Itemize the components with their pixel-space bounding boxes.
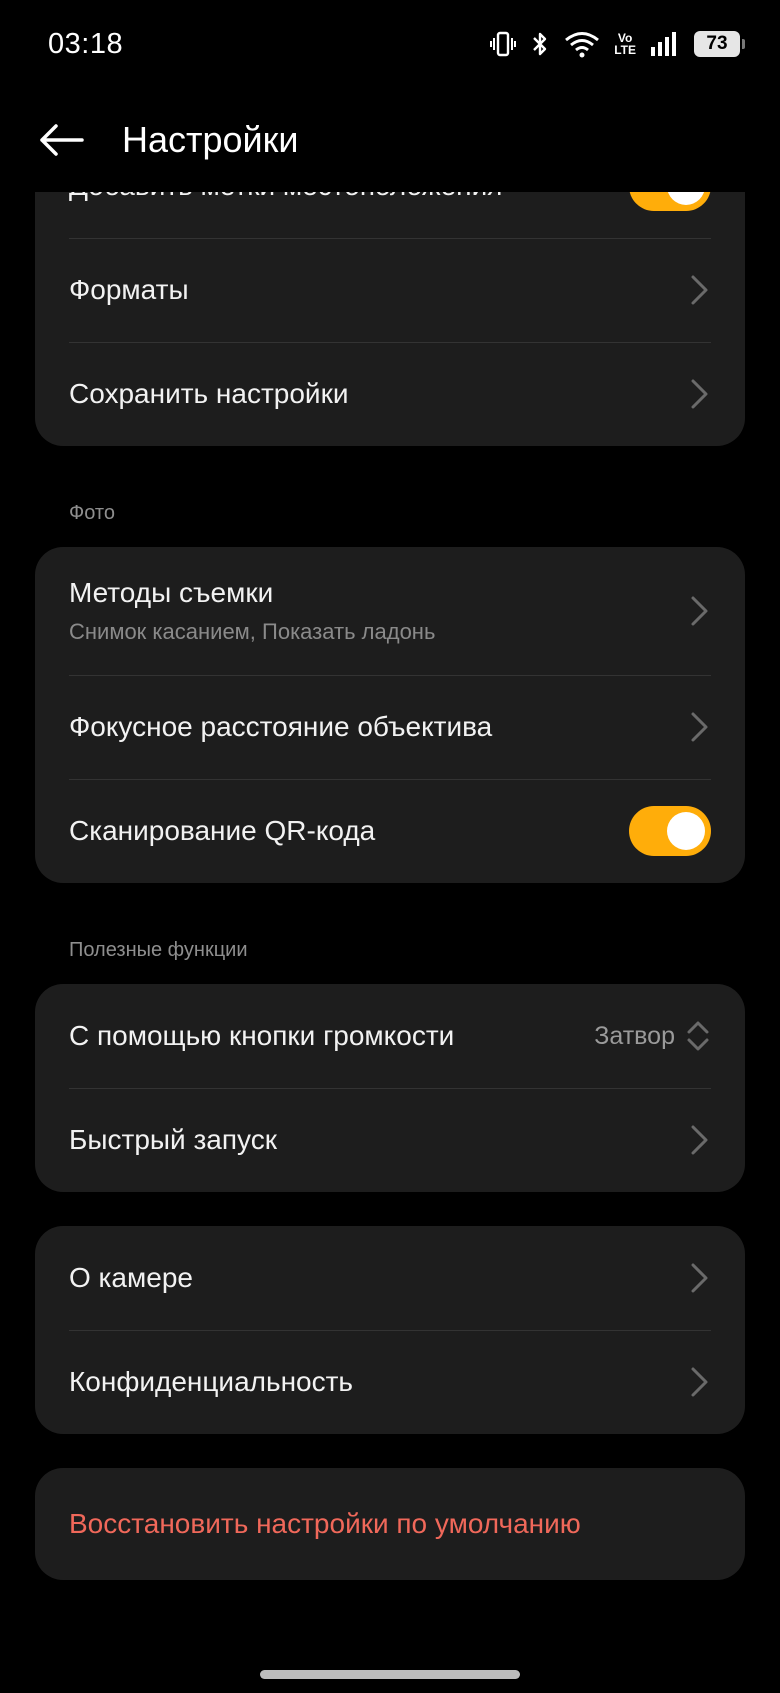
location-tags-row[interactable]: Добавить метки местоположения <box>35 192 745 238</box>
volume-button-value: Затвор <box>594 1021 675 1050</box>
battery-level: 73 <box>706 33 728 54</box>
volte-bottom: LTE <box>614 43 636 57</box>
save-settings-row[interactable]: Сохранить настройки <box>35 342 745 446</box>
useful-settings-card: С помощью кнопки громкости Затвор Быстры… <box>35 984 745 1192</box>
volume-button-row[interactable]: С помощью кнопки громкости Затвор <box>35 984 745 1088</box>
back-button[interactable] <box>36 114 88 166</box>
shooting-methods-row[interactable]: Методы съемки Снимок касанием, Показать … <box>35 547 745 675</box>
status-icons: Vo LTE 73 <box>490 30 745 58</box>
volume-button-selector[interactable]: Затвор <box>594 1018 711 1054</box>
privacy-label: Конфиденциальность <box>69 1366 354 1397</box>
about-card: О камере Конфиденциальность <box>35 1226 745 1434</box>
shooting-methods-text: Методы съемки Снимок касанием, Показать … <box>69 577 435 645</box>
formats-label: Форматы <box>69 274 189 305</box>
reset-defaults-label: Восстановить настройки по умолчанию <box>69 1508 581 1539</box>
chevron-right-icon <box>691 712 708 742</box>
section-title-photo: Фото <box>69 502 115 524</box>
chevron-right-icon <box>691 1263 708 1293</box>
formats-row[interactable]: Форматы <box>35 238 745 342</box>
general-settings-card: Добавить метки местоположения Форматы Со… <box>35 192 745 446</box>
status-bar: 03:18 Vo LTE 73 <box>0 0 780 88</box>
battery-icon: 73 <box>694 31 745 57</box>
signal-icon <box>650 31 680 57</box>
reset-defaults-button[interactable]: Восстановить настройки по умолчанию <box>35 1468 745 1580</box>
shooting-methods-subtitle: Снимок касанием, Показать ладонь <box>69 619 436 644</box>
chevron-right-icon <box>691 275 708 305</box>
toggle-knob <box>667 812 705 850</box>
bluetooth-icon <box>530 30 550 58</box>
shooting-methods-label: Методы съемки <box>69 577 274 608</box>
location-tags-label: Добавить метки местоположения <box>69 192 502 202</box>
qr-scan-row[interactable]: Сканирование QR-кода <box>35 779 745 883</box>
privacy-row[interactable]: Конфиденциальность <box>35 1330 745 1434</box>
chevron-up-down-icon <box>687 1021 709 1051</box>
chevron-right-icon <box>691 379 708 409</box>
top-app-bar: Настройки <box>0 88 780 192</box>
chevron-right-icon <box>691 1367 708 1397</box>
arrow-left-icon <box>40 124 84 156</box>
volume-button-label: С помощью кнопки громкости <box>69 1020 455 1051</box>
section-title-useful: Полезные функции <box>69 939 248 961</box>
about-camera-row[interactable]: О камере <box>35 1226 745 1330</box>
save-settings-label: Сохранить настройки <box>69 378 349 409</box>
location-tags-toggle[interactable] <box>629 192 711 211</box>
reset-card: Восстановить настройки по умолчанию <box>35 1468 745 1580</box>
about-camera-label: О камере <box>69 1262 193 1293</box>
chevron-right-icon <box>691 1125 708 1155</box>
photo-settings-card: Методы съемки Снимок касанием, Показать … <box>35 547 745 883</box>
focal-length-row[interactable]: Фокусное расстояние объектива <box>35 675 745 779</box>
toggle-knob <box>667 192 705 205</box>
quick-launch-row[interactable]: Быстрый запуск <box>35 1088 745 1192</box>
settings-screen: 03:18 Vo LTE 73 Настройки Форматы Сохран… <box>0 0 780 1693</box>
page-title: Настройки <box>122 119 299 160</box>
settings-list[interactable]: Добавить метки местоположения Форматы Со… <box>0 192 780 1642</box>
status-time: 03:18 <box>48 27 124 60</box>
focal-length-label: Фокусное расстояние объектива <box>69 711 493 742</box>
wifi-icon <box>564 30 600 58</box>
qr-scan-toggle[interactable] <box>629 806 711 856</box>
volte-icon: Vo LTE <box>614 32 636 56</box>
vibrate-icon <box>490 30 517 58</box>
home-indicator[interactable] <box>260 1670 520 1679</box>
quick-launch-label: Быстрый запуск <box>69 1124 277 1155</box>
chevron-right-icon <box>691 596 708 626</box>
qr-scan-label: Сканирование QR-кода <box>69 815 376 846</box>
